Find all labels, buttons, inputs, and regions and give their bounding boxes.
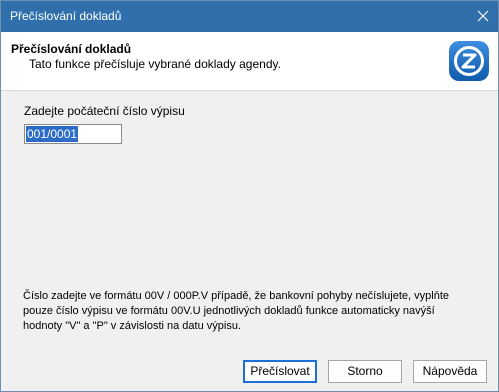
renumber-button[interactable]: Přečíslovat: [243, 360, 317, 383]
cancel-button[interactable]: Storno: [328, 360, 402, 383]
start-number-input[interactable]: 001/0001: [24, 124, 122, 144]
close-icon[interactable]: [474, 7, 492, 25]
window-title: Přečíslování dokladů: [10, 9, 122, 23]
start-number-label: Zadejte počáteční číslo výpisu: [24, 104, 185, 118]
header-title: Přečíslování dokladů: [11, 42, 132, 56]
format-info-text: Číslo zadejte ve formátu 00V / 000P.V př…: [23, 290, 450, 332]
button-bar: Přečíslovat Storno Nápověda: [1, 353, 498, 391]
dialog-content: Zadejte počáteční číslo výpisu 001/0001 …: [1, 91, 498, 353]
title-bar: Přečíslování dokladů: [1, 1, 498, 32]
app-logo-icon: [448, 40, 490, 82]
help-button[interactable]: Nápověda: [413, 360, 487, 383]
dialog-header: Přečíslování dokladů Tato funkce přečísl…: [1, 32, 498, 91]
dialog-window: Přečíslování dokladů Přečíslování doklad…: [0, 0, 499, 392]
start-number-value: 001/0001: [26, 126, 79, 142]
header-subtitle: Tato funkce přečísluje vybrané doklady a…: [29, 57, 281, 71]
